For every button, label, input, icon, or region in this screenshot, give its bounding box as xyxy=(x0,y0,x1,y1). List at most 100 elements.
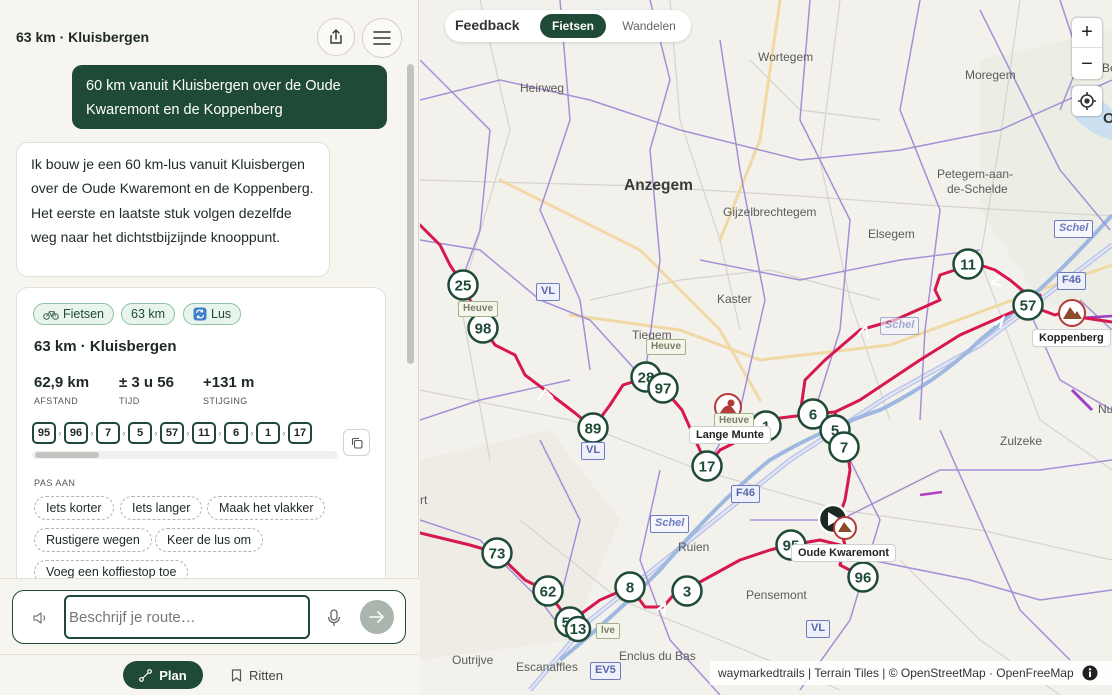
route-input[interactable] xyxy=(64,595,310,639)
info-button[interactable] xyxy=(1081,664,1099,682)
nav-plan[interactable]: Plan xyxy=(123,661,203,689)
marker-89[interactable]: 89 xyxy=(577,412,609,444)
zoom-out-button[interactable]: − xyxy=(1072,49,1102,79)
svg-text:17: 17 xyxy=(699,459,716,476)
chat-panel: 63 km · Kluisbergen 60 km vanuit Kluisbe… xyxy=(0,0,419,695)
zoom-in-button[interactable]: + xyxy=(1072,18,1102,48)
node-chip: 57 xyxy=(160,422,184,444)
tag-distance: 63 km xyxy=(121,303,176,325)
bike-icon xyxy=(43,310,59,320)
town-label: Petegem-aan- xyxy=(937,167,1014,181)
chat-scroll-thumb[interactable] xyxy=(407,64,414,364)
town-label: Zulzeke xyxy=(1000,434,1043,448)
suggestion-shorter[interactable]: Iets korter xyxy=(34,496,114,520)
adjust-label: PAS AAN xyxy=(34,478,76,488)
mode-wandelen[interactable]: Wandelen xyxy=(615,14,683,38)
town-label: Escanaffles xyxy=(516,660,578,674)
feedback-button[interactable]: Feedback xyxy=(455,17,520,33)
town-label: Kaster xyxy=(717,292,752,306)
svg-text:7: 7 xyxy=(840,440,848,457)
marker-7[interactable]: 7 xyxy=(828,431,860,463)
user-message: 60 km vanuit Kluisbergen over de Oude Kw… xyxy=(72,65,387,129)
marker-13[interactable]: 13 xyxy=(564,615,592,643)
chevron-right-icon: › xyxy=(122,428,126,438)
node-sequence[interactable]: 95 › 96 › 7 › 5 › 57 › 11 › 6 › 1 › 17 xyxy=(32,422,338,444)
share-button[interactable] xyxy=(317,18,355,56)
send-button[interactable] xyxy=(360,600,394,634)
poi-label-koppenberg[interactable]: Koppenberg xyxy=(1032,329,1111,347)
marker-97[interactable]: 97 xyxy=(647,372,679,404)
water-shield: Schel xyxy=(1054,220,1094,238)
node-chip: 11 xyxy=(192,422,216,444)
microphone-button[interactable] xyxy=(323,606,345,630)
node-scrollbar[interactable] xyxy=(32,451,338,459)
locate-icon xyxy=(1078,92,1096,110)
poi-label-lange-munte[interactable]: Lange Munte xyxy=(689,426,771,444)
chevron-right-icon: › xyxy=(250,428,254,438)
hiking-shield: Heuve xyxy=(646,339,687,355)
suggestion-longer[interactable]: Iets langer xyxy=(120,496,203,520)
marker-73[interactable]: 73 xyxy=(481,537,513,569)
marker-62[interactable]: 62 xyxy=(532,575,564,607)
svg-text:6: 6 xyxy=(809,407,817,424)
map[interactable]: 25 98 28 97 89 17 1 6 5 7 11 57 95 96 73… xyxy=(420,0,1112,695)
town-label: de-Schelde xyxy=(947,182,1008,196)
town-label: Ruien xyxy=(678,540,710,554)
zoom-control: + − xyxy=(1072,18,1102,79)
svg-text:25: 25 xyxy=(455,278,472,295)
assistant-message: Ik bouw je een 60 km-lus vanuit Kluisber… xyxy=(16,142,330,277)
marker-3[interactable]: 3 xyxy=(671,575,703,607)
mode-fietsen[interactable]: Fietsen xyxy=(540,14,606,38)
node-scroll-thumb[interactable] xyxy=(35,452,99,458)
marker-57[interactable]: 57 xyxy=(1012,289,1044,321)
town-label: rt xyxy=(420,493,428,507)
chat-scrollbar[interactable] xyxy=(406,60,415,578)
town-label: Heirweg xyxy=(520,81,565,95)
marker-25[interactable]: 25 xyxy=(447,269,479,301)
suggestion-reverse[interactable]: Keer de lus om xyxy=(155,528,264,552)
marker-11[interactable]: 11 xyxy=(952,248,984,280)
suggestion-flatter[interactable]: Maak het vlakker xyxy=(207,496,326,520)
menu-icon xyxy=(373,31,391,45)
arrow-right-icon xyxy=(369,611,384,623)
town-label: Wortegem xyxy=(758,50,814,64)
route-title: 63 km · Kluisbergen xyxy=(16,29,150,45)
svg-text:97: 97 xyxy=(655,381,672,398)
map-attribution[interactable]: waymarkedtrails | Terrain Tiles | © Open… xyxy=(710,661,1112,685)
marker-96[interactable]: 96 xyxy=(847,561,879,593)
svg-text:13: 13 xyxy=(570,621,587,638)
tag-label: 63 km xyxy=(131,307,166,321)
marker-8[interactable]: 8 xyxy=(614,571,646,603)
menu-button[interactable] xyxy=(362,18,402,58)
stat-distance-label: AFSTAND xyxy=(34,396,79,406)
town-label: Pensemont xyxy=(746,588,807,602)
svg-text:11: 11 xyxy=(960,257,976,274)
hiking-shield: Heuve xyxy=(458,301,499,317)
marker-17[interactable]: 17 xyxy=(691,450,723,482)
road-shield: F46 xyxy=(731,485,760,503)
chevron-right-icon: › xyxy=(154,428,158,438)
town-label: Nu xyxy=(1098,402,1112,416)
stat-climb-label: STIJGING xyxy=(203,396,248,406)
suggestion-quieter[interactable]: Rustigere wegen xyxy=(34,528,152,552)
copy-button[interactable] xyxy=(343,429,370,456)
tag-label: Fietsen xyxy=(63,307,104,321)
hiking-shield: lve xyxy=(596,623,620,639)
poi-label-oude-kwaremont[interactable]: Oude Kwaremont xyxy=(791,544,897,562)
locate-button[interactable] xyxy=(1072,86,1102,116)
marker-98[interactable]: 98 xyxy=(467,312,499,344)
nav-plan-label: Plan xyxy=(159,667,187,683)
town-label: Anzegem xyxy=(624,177,693,194)
stat-distance-value: 62,9 km xyxy=(34,374,90,391)
svg-text:3: 3 xyxy=(683,584,691,601)
chevron-right-icon: › xyxy=(282,428,286,438)
stat-climb-value: +131 m xyxy=(203,374,255,391)
nav-ritten[interactable]: Ritten xyxy=(222,661,292,689)
speaker-button[interactable] xyxy=(29,607,51,629)
chevron-right-icon: › xyxy=(90,428,94,438)
road-shield: VL xyxy=(536,283,561,301)
node-chip: 95 xyxy=(32,422,56,444)
copy-icon xyxy=(351,437,363,449)
node-chip: 17 xyxy=(288,422,312,444)
town-label: O xyxy=(1103,110,1112,127)
